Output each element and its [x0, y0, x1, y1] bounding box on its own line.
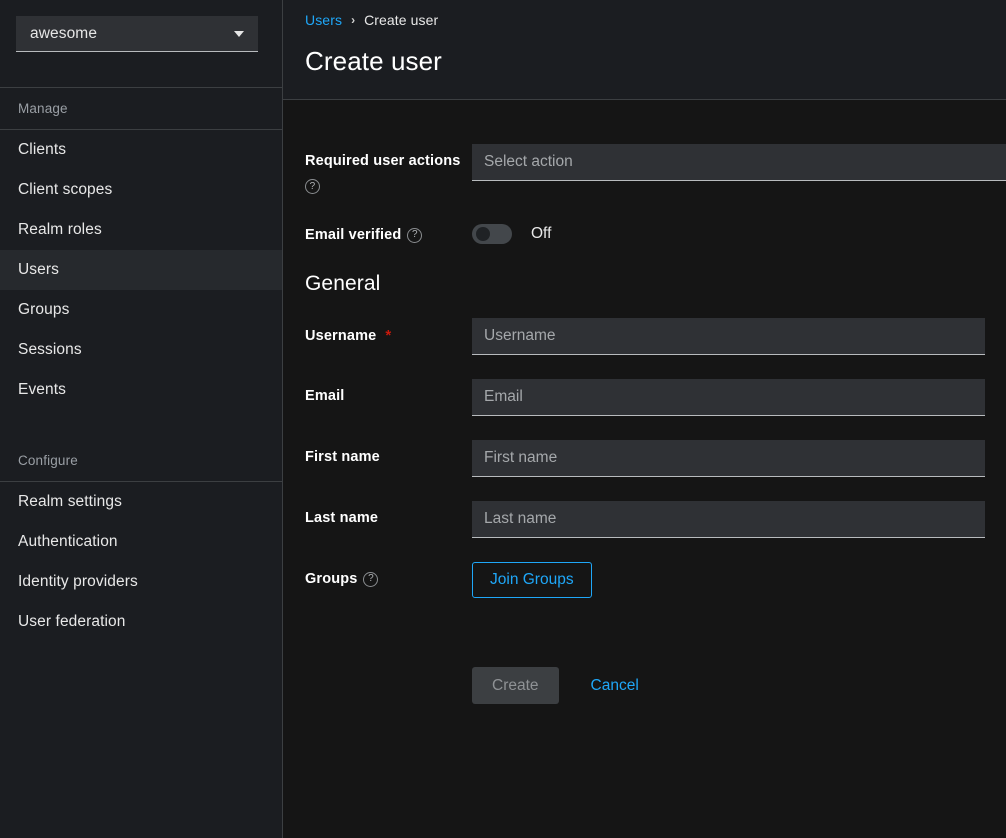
- required-user-actions-label: Required user actions: [305, 153, 461, 169]
- chevron-down-icon: [234, 30, 244, 37]
- sidebar-item-label: Authentication: [18, 533, 118, 550]
- first-name-field-col: [472, 440, 1006, 477]
- groups-label: Groups: [305, 571, 358, 587]
- nav-section-configure-title: Configure: [18, 453, 78, 468]
- sidebar-item-label: Users: [18, 261, 59, 278]
- email-input[interactable]: [472, 379, 985, 416]
- sidebar-item-label: User federation: [18, 613, 126, 630]
- create-button[interactable]: Create: [472, 667, 559, 704]
- form-row-required-user-actions: Required user actions ?: [283, 144, 1006, 194]
- last-name-input[interactable]: [472, 501, 985, 538]
- form-row-groups: Groups ? Join Groups: [283, 562, 1006, 598]
- form-actions: Create Cancel: [283, 667, 1006, 704]
- email-verified-label-group: Email verified ?: [305, 218, 472, 243]
- cancel-button[interactable]: Cancel: [579, 667, 651, 704]
- sidebar-item-realm-settings[interactable]: Realm settings: [0, 482, 282, 522]
- form-row-username: Username *: [283, 318, 1006, 355]
- last-name-field-col: [472, 501, 1006, 538]
- last-name-label-group: Last name: [305, 501, 472, 526]
- email-verified-field-col: Off: [472, 218, 1006, 244]
- sidebar-item-label: Sessions: [18, 341, 82, 358]
- join-groups-button[interactable]: Join Groups: [472, 562, 592, 598]
- realm-selector-value: awesome: [30, 24, 98, 42]
- realm-selector[interactable]: awesome: [16, 16, 258, 52]
- username-label: Username: [305, 327, 377, 344]
- toggle-knob: [476, 227, 490, 241]
- sidebar-item-label: Clients: [18, 141, 67, 158]
- sidebar-item-label: Realm settings: [18, 493, 122, 510]
- form-row-email-verified: Email verified ? Off: [283, 218, 1006, 244]
- username-label-group: Username *: [305, 318, 472, 344]
- email-label-group: Email: [305, 379, 472, 404]
- groups-field-col: Join Groups: [472, 562, 1006, 598]
- first-name-label: First name: [305, 449, 380, 465]
- email-verified-toggle[interactable]: [472, 224, 512, 244]
- form-row-last-name: Last name: [283, 501, 1006, 538]
- required-marker: *: [385, 327, 392, 344]
- sidebar-item-realm-roles[interactable]: Realm roles: [0, 210, 282, 250]
- nav-list-configure: Realm settings Authentication Identity p…: [0, 482, 282, 642]
- help-circle-icon[interactable]: ?: [305, 179, 320, 194]
- username-field-col: [472, 318, 1006, 355]
- help-circle-icon[interactable]: ?: [407, 227, 423, 243]
- required-user-actions-label-group: Required user actions ?: [305, 144, 472, 194]
- last-name-label: Last name: [305, 510, 379, 526]
- sidebar-item-label: Identity providers: [18, 573, 138, 590]
- section-heading-general: General: [305, 272, 381, 295]
- page-title: Create user: [305, 46, 442, 76]
- required-user-actions-field-col: [472, 144, 1006, 181]
- chevron-right-icon: ›: [351, 13, 356, 27]
- breadcrumb-link-users[interactable]: Users: [305, 12, 342, 28]
- nav-gap: [0, 410, 282, 440]
- sidebar-item-events[interactable]: Events: [0, 370, 282, 410]
- nav-list-manage: Clients Client scopes Realm roles Users …: [0, 130, 282, 410]
- sidebar-item-client-scopes[interactable]: Client scopes: [0, 170, 282, 210]
- form-row-email: Email: [283, 379, 1006, 416]
- required-user-actions-select[interactable]: [472, 144, 1006, 181]
- first-name-input[interactable]: [472, 440, 985, 477]
- create-user-form: Required user actions ? Email verified ?: [283, 100, 1006, 838]
- sidebar-item-identity-providers[interactable]: Identity providers: [0, 562, 282, 602]
- email-field-col: [472, 379, 1006, 416]
- email-verified-state-text: Off: [531, 225, 552, 242]
- help-circle-icon[interactable]: ?: [363, 571, 379, 587]
- page-header: Users › Create user Create user: [283, 0, 1006, 100]
- sidebar-item-groups[interactable]: Groups: [0, 290, 282, 330]
- email-verified-label: Email verified: [305, 227, 402, 243]
- sidebar-item-label: Groups: [18, 301, 70, 318]
- breadcrumb: Users › Create user: [305, 10, 1006, 30]
- groups-label-group: Groups ?: [305, 562, 472, 587]
- email-label: Email: [305, 388, 345, 404]
- admin-console-page: awesome Manage Clients Client scopes Rea…: [0, 0, 1006, 838]
- username-input[interactable]: [472, 318, 985, 355]
- form-row-first-name: First name: [283, 440, 1006, 477]
- sidebar-item-authentication[interactable]: Authentication: [0, 522, 282, 562]
- sidebar-item-sessions[interactable]: Sessions: [0, 330, 282, 370]
- sidebar-item-user-federation[interactable]: User federation: [0, 602, 282, 642]
- sidebar-item-users[interactable]: Users: [0, 250, 282, 290]
- nav-section-manage-title: Manage: [18, 101, 68, 116]
- first-name-label-group: First name: [305, 440, 472, 465]
- sidebar-item-clients[interactable]: Clients: [0, 130, 282, 170]
- sidebar-item-label: Events: [18, 381, 66, 398]
- breadcrumb-current: Create user: [364, 12, 439, 28]
- sidebar-item-label: Client scopes: [18, 181, 113, 198]
- sidebar: awesome Manage Clients Client scopes Rea…: [0, 0, 283, 838]
- main-content: Users › Create user Create user Required…: [283, 0, 1006, 838]
- sidebar-item-label: Realm roles: [18, 221, 102, 238]
- realm-selector-container: awesome: [0, 0, 282, 87]
